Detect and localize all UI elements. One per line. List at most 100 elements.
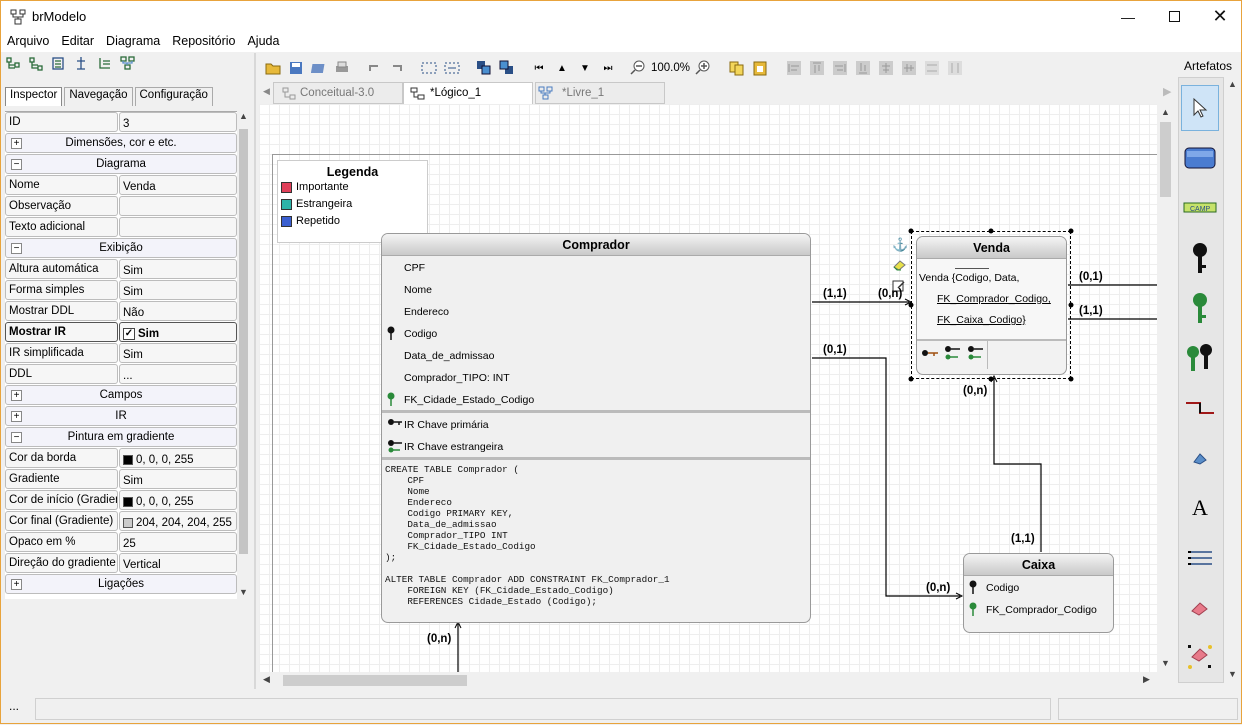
tree-list-icon[interactable]	[99, 58, 110, 69]
expand-icon[interactable]: +	[11, 411, 22, 422]
align-center-v-icon[interactable]	[876, 58, 896, 78]
inspector-scrollbar[interactable]: ▲ ▼	[237, 111, 250, 599]
property-value[interactable]	[119, 196, 237, 216]
color-swatch[interactable]	[123, 517, 133, 528]
bring-front-icon[interactable]	[474, 58, 494, 78]
expand-icon[interactable]: +	[11, 390, 22, 401]
table-venda[interactable]: Venda Venda {Codigo, Data, FK_Comprador_…	[916, 236, 1067, 375]
zoom-out-icon[interactable]	[628, 58, 648, 78]
align-left-icon[interactable]	[784, 58, 804, 78]
collapse-icon[interactable]: −	[11, 159, 22, 170]
table-comprador-attribute[interactable]: CPF	[382, 256, 810, 278]
tab-configuracao[interactable]: Configuração	[134, 87, 213, 106]
maximize-button[interactable]	[1151, 1, 1197, 32]
property-value[interactable]: 204, 204, 204, 255	[119, 511, 237, 531]
scroll-down-icon[interactable]: ▼	[239, 587, 248, 597]
align-right-icon[interactable]	[830, 58, 850, 78]
canvas-vertical-scrollbar[interactable]: ▲ ▼	[1157, 104, 1174, 672]
pointer-tool[interactable]	[1181, 85, 1219, 131]
align-top-icon[interactable]	[807, 58, 827, 78]
property-value[interactable]: Sim	[119, 280, 237, 300]
inspector-group[interactable]: − Diagrama	[5, 154, 237, 174]
eraser-tool[interactable]	[1181, 585, 1219, 631]
primary-key-tool[interactable]	[1181, 235, 1219, 281]
vertical-scroll-thumb[interactable]	[1160, 122, 1171, 197]
inspector-property-row[interactable]: IR simplificada Sim	[5, 343, 237, 364]
scroll-left-icon[interactable]: ◀	[263, 674, 270, 685]
inspector-group[interactable]: − Exibição	[5, 238, 237, 258]
scroll-up-icon[interactable]: ▲	[1161, 107, 1170, 117]
table-comprador-attribute[interactable]: Data_de_admissao	[382, 344, 810, 366]
property-value[interactable]: Sim	[119, 343, 237, 363]
select-area-icon[interactable]	[419, 58, 439, 78]
expand-icon[interactable]: +	[11, 138, 22, 149]
inspector-property-row[interactable]: Opaco em % 25	[5, 532, 237, 553]
tab-inspector[interactable]: Inspector	[5, 87, 63, 106]
relation-tool[interactable]	[1181, 385, 1219, 431]
legend-box[interactable]: Legenda Importante Estrangeira Repetido	[277, 160, 428, 243]
inspector-group[interactable]: + Dimensões, cor e etc.	[5, 133, 237, 153]
open-folder-icon[interactable]	[263, 58, 283, 78]
table-comprador-attribute[interactable]: Endereco	[382, 300, 810, 322]
text-tool[interactable]: A	[1181, 485, 1219, 531]
redo-icon[interactable]	[387, 58, 407, 78]
foreign-key-tool[interactable]	[1181, 285, 1219, 331]
select-all-icon[interactable]	[442, 58, 462, 78]
property-value[interactable]: 0, 0, 0, 255	[119, 448, 237, 468]
property-value[interactable]: Sim	[119, 469, 237, 489]
horizontal-scroll-thumb[interactable]	[283, 675, 467, 686]
inspector-property-row[interactable]: Mostrar DDL Não	[5, 301, 237, 322]
inspector-property-row[interactable]: Cor da borda 0, 0, 0, 255	[5, 448, 237, 469]
eraser-points-tool[interactable]	[1181, 635, 1219, 681]
paint-tool[interactable]	[1181, 435, 1219, 481]
list-tool[interactable]	[1181, 535, 1219, 581]
tab-livre[interactable]: *Livre_1	[535, 82, 665, 104]
tab-conceitual[interactable]: Conceitual-3.0	[273, 82, 403, 104]
inspector-property-row[interactable]: Cor final (Gradiente) 204, 204, 204, 255	[5, 511, 237, 532]
send-back-icon[interactable]	[497, 58, 517, 78]
menu-editar[interactable]: Editar	[55, 32, 100, 52]
table-comprador-attribute[interactable]: FK_Cidade_Estado_Codigo	[382, 388, 810, 410]
canvas-horizontal-scrollbar[interactable]: ◀ ▶	[259, 672, 1157, 689]
inspector-property-row[interactable]: Cor de início (Gradiente) 0, 0, 0, 255	[5, 490, 237, 511]
tabs-scroll-left-icon[interactable]: ◀	[263, 86, 270, 97]
scroll-down-icon[interactable]: ▼	[1161, 658, 1170, 668]
tab-navegacao[interactable]: Navegação	[64, 87, 133, 106]
inspector-property-row[interactable]: Nome Venda	[5, 175, 237, 196]
last-icon[interactable]: ⏭	[598, 58, 618, 78]
first-icon[interactable]: ⏮	[529, 58, 549, 78]
inspector-group[interactable]: + IR	[5, 406, 237, 426]
align-bottom-icon[interactable]	[853, 58, 873, 78]
anchor-icon[interactable]: ⚓	[892, 237, 908, 253]
property-value[interactable]: Não	[119, 301, 237, 321]
inspector-property-row[interactable]: Direção do gradiente Vertical	[5, 553, 237, 574]
align-center-h-icon[interactable]	[899, 58, 919, 78]
print-icon[interactable]	[332, 58, 352, 78]
inspector-property-row[interactable]: Texto adicional	[5, 217, 237, 238]
menu-repositorio[interactable]: Repositório	[166, 32, 241, 52]
menu-ajuda[interactable]: Ajuda	[241, 32, 285, 52]
inspector-property-row[interactable]: Observação	[5, 196, 237, 217]
inspector-group[interactable]: + Ligações	[5, 574, 237, 594]
tree-sort-icon[interactable]	[52, 57, 64, 70]
tabs-scroll-right-icon[interactable]: ▶	[1163, 85, 1171, 98]
field-tool[interactable]: CAMP	[1181, 185, 1219, 231]
color-swatch[interactable]	[123, 454, 133, 465]
property-value[interactable]: ✓ Sim	[119, 322, 237, 342]
table-tool[interactable]	[1181, 135, 1219, 181]
zoom-in-icon[interactable]	[693, 58, 713, 78]
paste-icon[interactable]	[750, 58, 770, 78]
inspector-property-row[interactable]: Gradiente Sim	[5, 469, 237, 490]
same-width-icon[interactable]	[922, 58, 942, 78]
previous-icon[interactable]: ▲	[552, 58, 572, 78]
scroll-right-icon[interactable]: ▶	[1143, 674, 1150, 685]
table-comprador-attribute[interactable]: Nome	[382, 278, 810, 300]
composite-key-tool[interactable]	[1181, 335, 1219, 381]
inspector-property-row[interactable]: Forma simples Sim	[5, 280, 237, 301]
save-as-icon[interactable]	[309, 58, 329, 78]
property-value[interactable]: 25	[119, 532, 237, 552]
property-value[interactable]: 0, 0, 0, 255	[119, 490, 237, 510]
next-icon[interactable]: ▼	[575, 58, 595, 78]
inspector-property-row[interactable]: Altura automática Sim	[5, 259, 237, 280]
minimize-button[interactable]: —	[1105, 1, 1151, 32]
